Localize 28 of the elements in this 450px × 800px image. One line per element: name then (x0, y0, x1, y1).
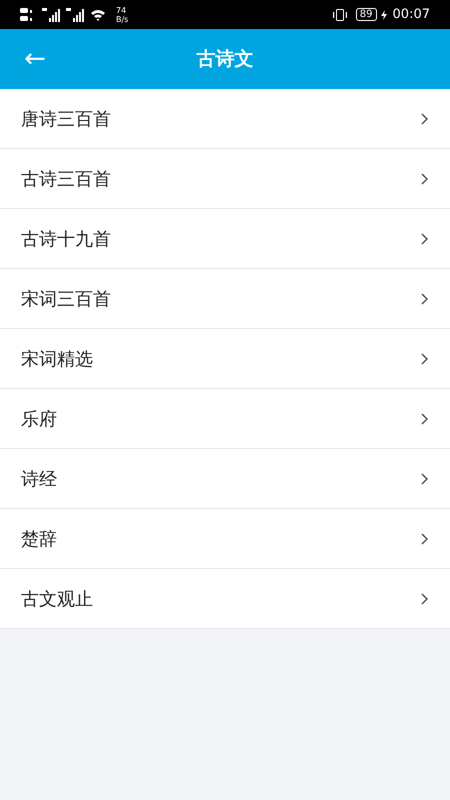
chevron-icon (421, 472, 428, 484)
chevron-icon (421, 112, 428, 124)
page-title: 古诗文 (196, 47, 254, 72)
battery-level: 89 (356, 8, 377, 21)
chevron-icon (421, 532, 428, 544)
chevron-icon (421, 172, 428, 184)
list-item[interactable]: 楚辞 (0, 509, 450, 569)
wifi-icon (90, 8, 106, 20)
list-item[interactable]: 宋词精选 (0, 329, 450, 389)
list-item[interactable]: 古诗十九首 (0, 209, 450, 269)
list-item[interactable]: 乐府 (0, 389, 450, 449)
clock: 00:07 (392, 7, 430, 22)
chevron-icon (421, 352, 428, 364)
signal-icon (66, 8, 86, 22)
signal-icon (42, 8, 62, 22)
list-item[interactable]: 古文观止 (0, 569, 450, 629)
speed-unit: B/s (116, 14, 128, 24)
chevron-icon (421, 592, 428, 604)
vibrate-icon (332, 8, 348, 20)
network-speed: 74 (116, 6, 128, 14)
charging-icon (380, 10, 387, 20)
chevron-icon (421, 232, 428, 244)
list-item[interactable]: 古诗三百首 (0, 149, 450, 209)
chevron-icon (421, 292, 428, 304)
list-item[interactable]: 宋词三百首 (0, 269, 450, 329)
list-item[interactable]: 唐诗三百首 (0, 89, 450, 149)
list-item[interactable]: 诗经 (0, 449, 450, 509)
chevron-icon (421, 412, 428, 424)
